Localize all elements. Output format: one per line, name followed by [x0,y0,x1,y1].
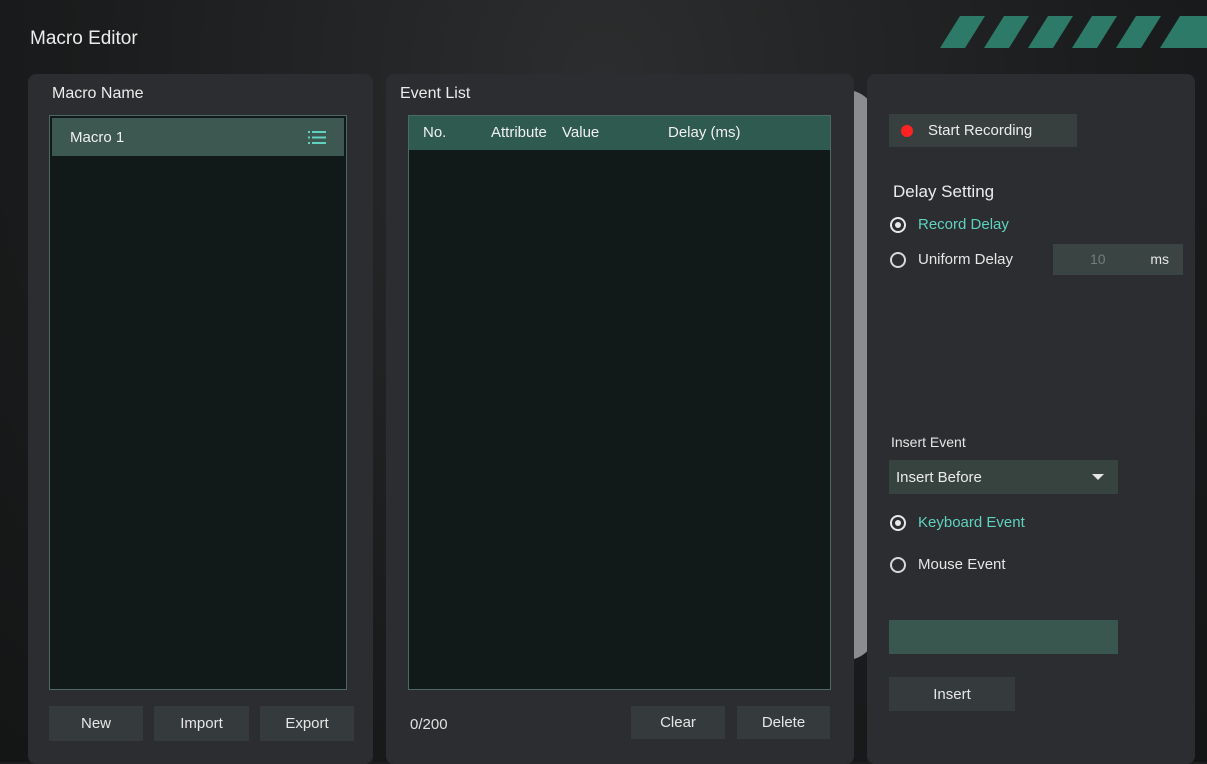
column-no[interactable]: No. [423,124,446,141]
import-button[interactable]: Import [154,706,249,741]
mouse-event-radio[interactable]: Mouse Event [890,556,1006,573]
event-count: 0/200 [410,716,448,733]
uniform-delay-radio[interactable]: Uniform Delay [890,251,1013,268]
record-icon [901,125,913,137]
macro-panel-title: Macro Name [52,85,144,102]
start-recording-label: Start Recording [928,122,1033,139]
start-recording-button[interactable]: Start Recording [889,114,1077,147]
delay-unit: ms [1150,251,1169,267]
uniform-delay-input[interactable]: 10 ms [1053,244,1183,275]
radio-unselected-icon [890,251,906,268]
settings-panel [867,74,1195,764]
window-title: Macro Editor [30,28,138,49]
event-panel-title: Event List [400,85,471,102]
delete-button[interactable]: Delete [737,706,830,739]
macro-list[interactable]: Macro 1 [49,115,347,690]
decorative-stripes [940,16,1207,48]
chevron-down-icon [1092,474,1104,480]
macro-list-item[interactable]: Macro 1 [52,118,344,156]
macro-panel: Macro Name Macro 1 New Import Export [28,74,373,764]
record-delay-radio[interactable]: Record Delay [890,216,1009,233]
radio-selected-icon [890,514,906,531]
event-list-header: No. Attribute Value Delay (ms) [409,116,830,150]
clear-button[interactable]: Clear [631,706,725,739]
list-icon[interactable] [308,130,326,145]
export-button[interactable]: Export [260,706,354,741]
insert-event-title: Insert Event [891,434,966,450]
record-delay-label: Record Delay [918,216,1009,233]
insert-position-select[interactable]: Insert Before [889,460,1118,494]
column-value[interactable]: Value [562,124,599,141]
key-capture-field[interactable] [889,620,1118,654]
keyboard-event-radio[interactable]: Keyboard Event [890,514,1025,531]
radio-selected-icon [890,216,906,233]
event-panel: Event List No. Attribute Value Delay (ms… [386,74,854,764]
insert-position-value: Insert Before [896,469,982,486]
insert-button[interactable]: Insert [889,677,1015,711]
delay-setting-title: Delay Setting [893,182,995,201]
event-list[interactable]: No. Attribute Value Delay (ms) [408,115,831,690]
column-delay[interactable]: Delay (ms) [668,124,741,141]
macro-item-label: Macro 1 [70,129,125,146]
uniform-delay-value: 10 [1090,251,1106,267]
radio-unselected-icon [890,556,906,573]
new-button[interactable]: New [49,706,143,741]
mouse-event-label: Mouse Event [918,556,1006,573]
column-attribute[interactable]: Attribute [491,124,547,141]
uniform-delay-label: Uniform Delay [918,251,1014,268]
keyboard-event-label: Keyboard Event [918,514,1025,531]
